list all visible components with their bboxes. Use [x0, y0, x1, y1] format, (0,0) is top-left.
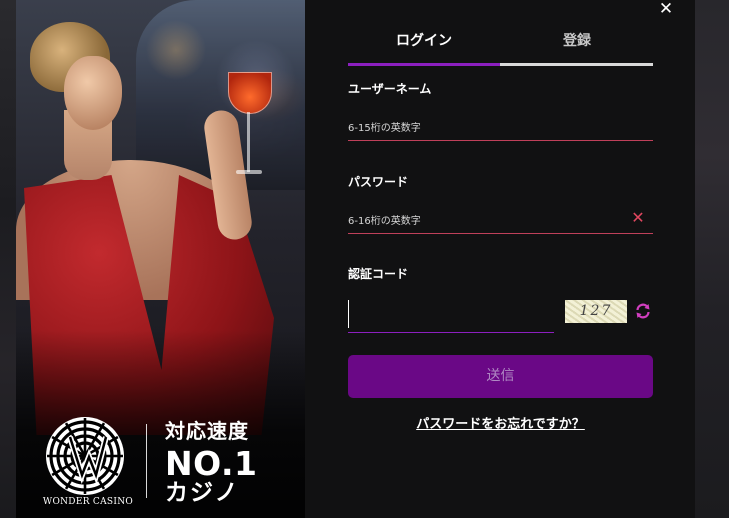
- cocktail-glass-stem: [247, 112, 250, 172]
- username-input[interactable]: [348, 117, 608, 140]
- tab-register[interactable]: 登録: [501, 30, 653, 63]
- username-label: ユーザーネーム: [348, 82, 432, 96]
- submit-button[interactable]: 送信: [348, 355, 653, 398]
- slogan-line-1: 対応速度: [165, 419, 249, 443]
- password-label: パスワード: [348, 175, 409, 189]
- tab-underline-active: [348, 63, 500, 66]
- captcha-image: 127: [565, 300, 627, 323]
- captcha-label: 認証コード: [348, 267, 409, 281]
- slogan-line-3: カジノ: [165, 480, 240, 506]
- slogan-line-2: NO.1: [165, 444, 258, 483]
- refresh-icon[interactable]: [634, 302, 652, 320]
- password-input[interactable]: [348, 210, 608, 233]
- login-panel: [305, 0, 695, 518]
- promo-divider: [146, 424, 147, 498]
- cocktail-glass-base: [236, 170, 262, 174]
- logo-wordmark: WONDER CASINO: [42, 497, 134, 507]
- auth-tabs: ログイン 登録: [348, 30, 653, 66]
- captcha-field: [348, 300, 554, 333]
- captcha-input[interactable]: [348, 300, 549, 328]
- wonder-casino-logo-icon: [46, 417, 124, 495]
- password-error-x-icon[interactable]: ✕: [631, 210, 645, 226]
- tab-login[interactable]: ログイン: [348, 30, 500, 63]
- close-icon[interactable]: ✕: [657, 0, 675, 18]
- password-field: ✕: [348, 209, 653, 234]
- promo-slogan: 対応速度 NO.1 カジノ: [165, 421, 285, 505]
- promo-figure-face: [64, 56, 122, 130]
- cocktail-glass: [228, 72, 272, 114]
- backdrop-right: [695, 0, 729, 518]
- username-field: [348, 116, 653, 141]
- forgot-password-link[interactable]: パスワードをお忘れですか？: [348, 413, 653, 432]
- backdrop-left: [0, 0, 16, 518]
